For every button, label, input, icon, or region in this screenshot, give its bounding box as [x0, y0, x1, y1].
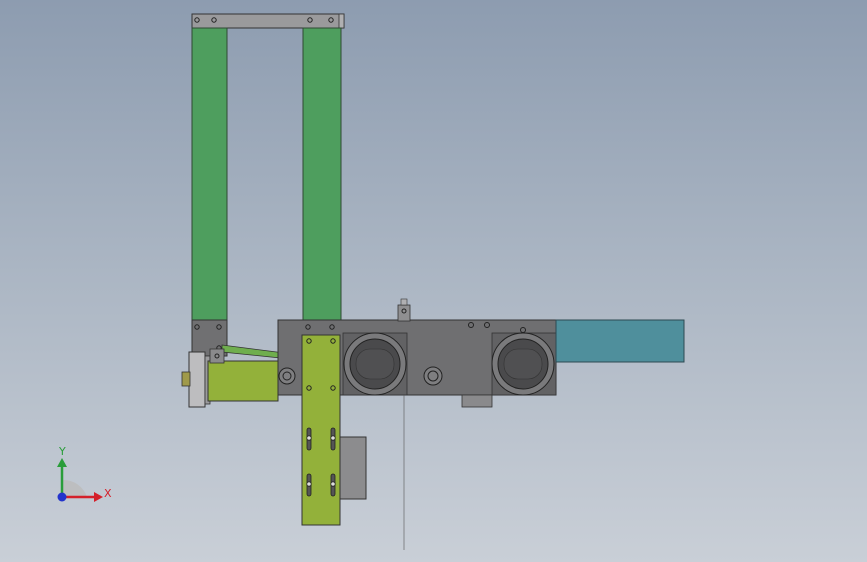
teal-block: [555, 319, 685, 363]
olive-motor-body: [207, 360, 279, 402]
motor-coupler: [209, 348, 225, 364]
triad-y-arrow: [57, 458, 67, 467]
right-green-upright: [302, 27, 342, 321]
motor-flange: [188, 351, 206, 408]
triad-y-label: Y: [58, 445, 66, 458]
triad-origin: [57, 492, 67, 502]
small-roller-center: [423, 366, 443, 386]
cad-assembly[interactable]: [181, 13, 685, 550]
triad-z-arc: [62, 479, 87, 497]
top-crossbar-endcap: [338, 13, 345, 29]
housing-lower-step: [461, 394, 493, 408]
left-green-upright: [191, 27, 228, 321]
lower-gray-box: [337, 436, 367, 500]
triad-x-label: X: [104, 487, 112, 500]
reference-triad: X Y: [57, 445, 112, 502]
motor-shaft: [181, 371, 191, 387]
small-roller-left: [278, 367, 296, 385]
triad-x-arrow: [94, 492, 103, 502]
top-crossbar: [191, 13, 345, 29]
graphics-viewport[interactable]: X Y: [0, 0, 867, 562]
